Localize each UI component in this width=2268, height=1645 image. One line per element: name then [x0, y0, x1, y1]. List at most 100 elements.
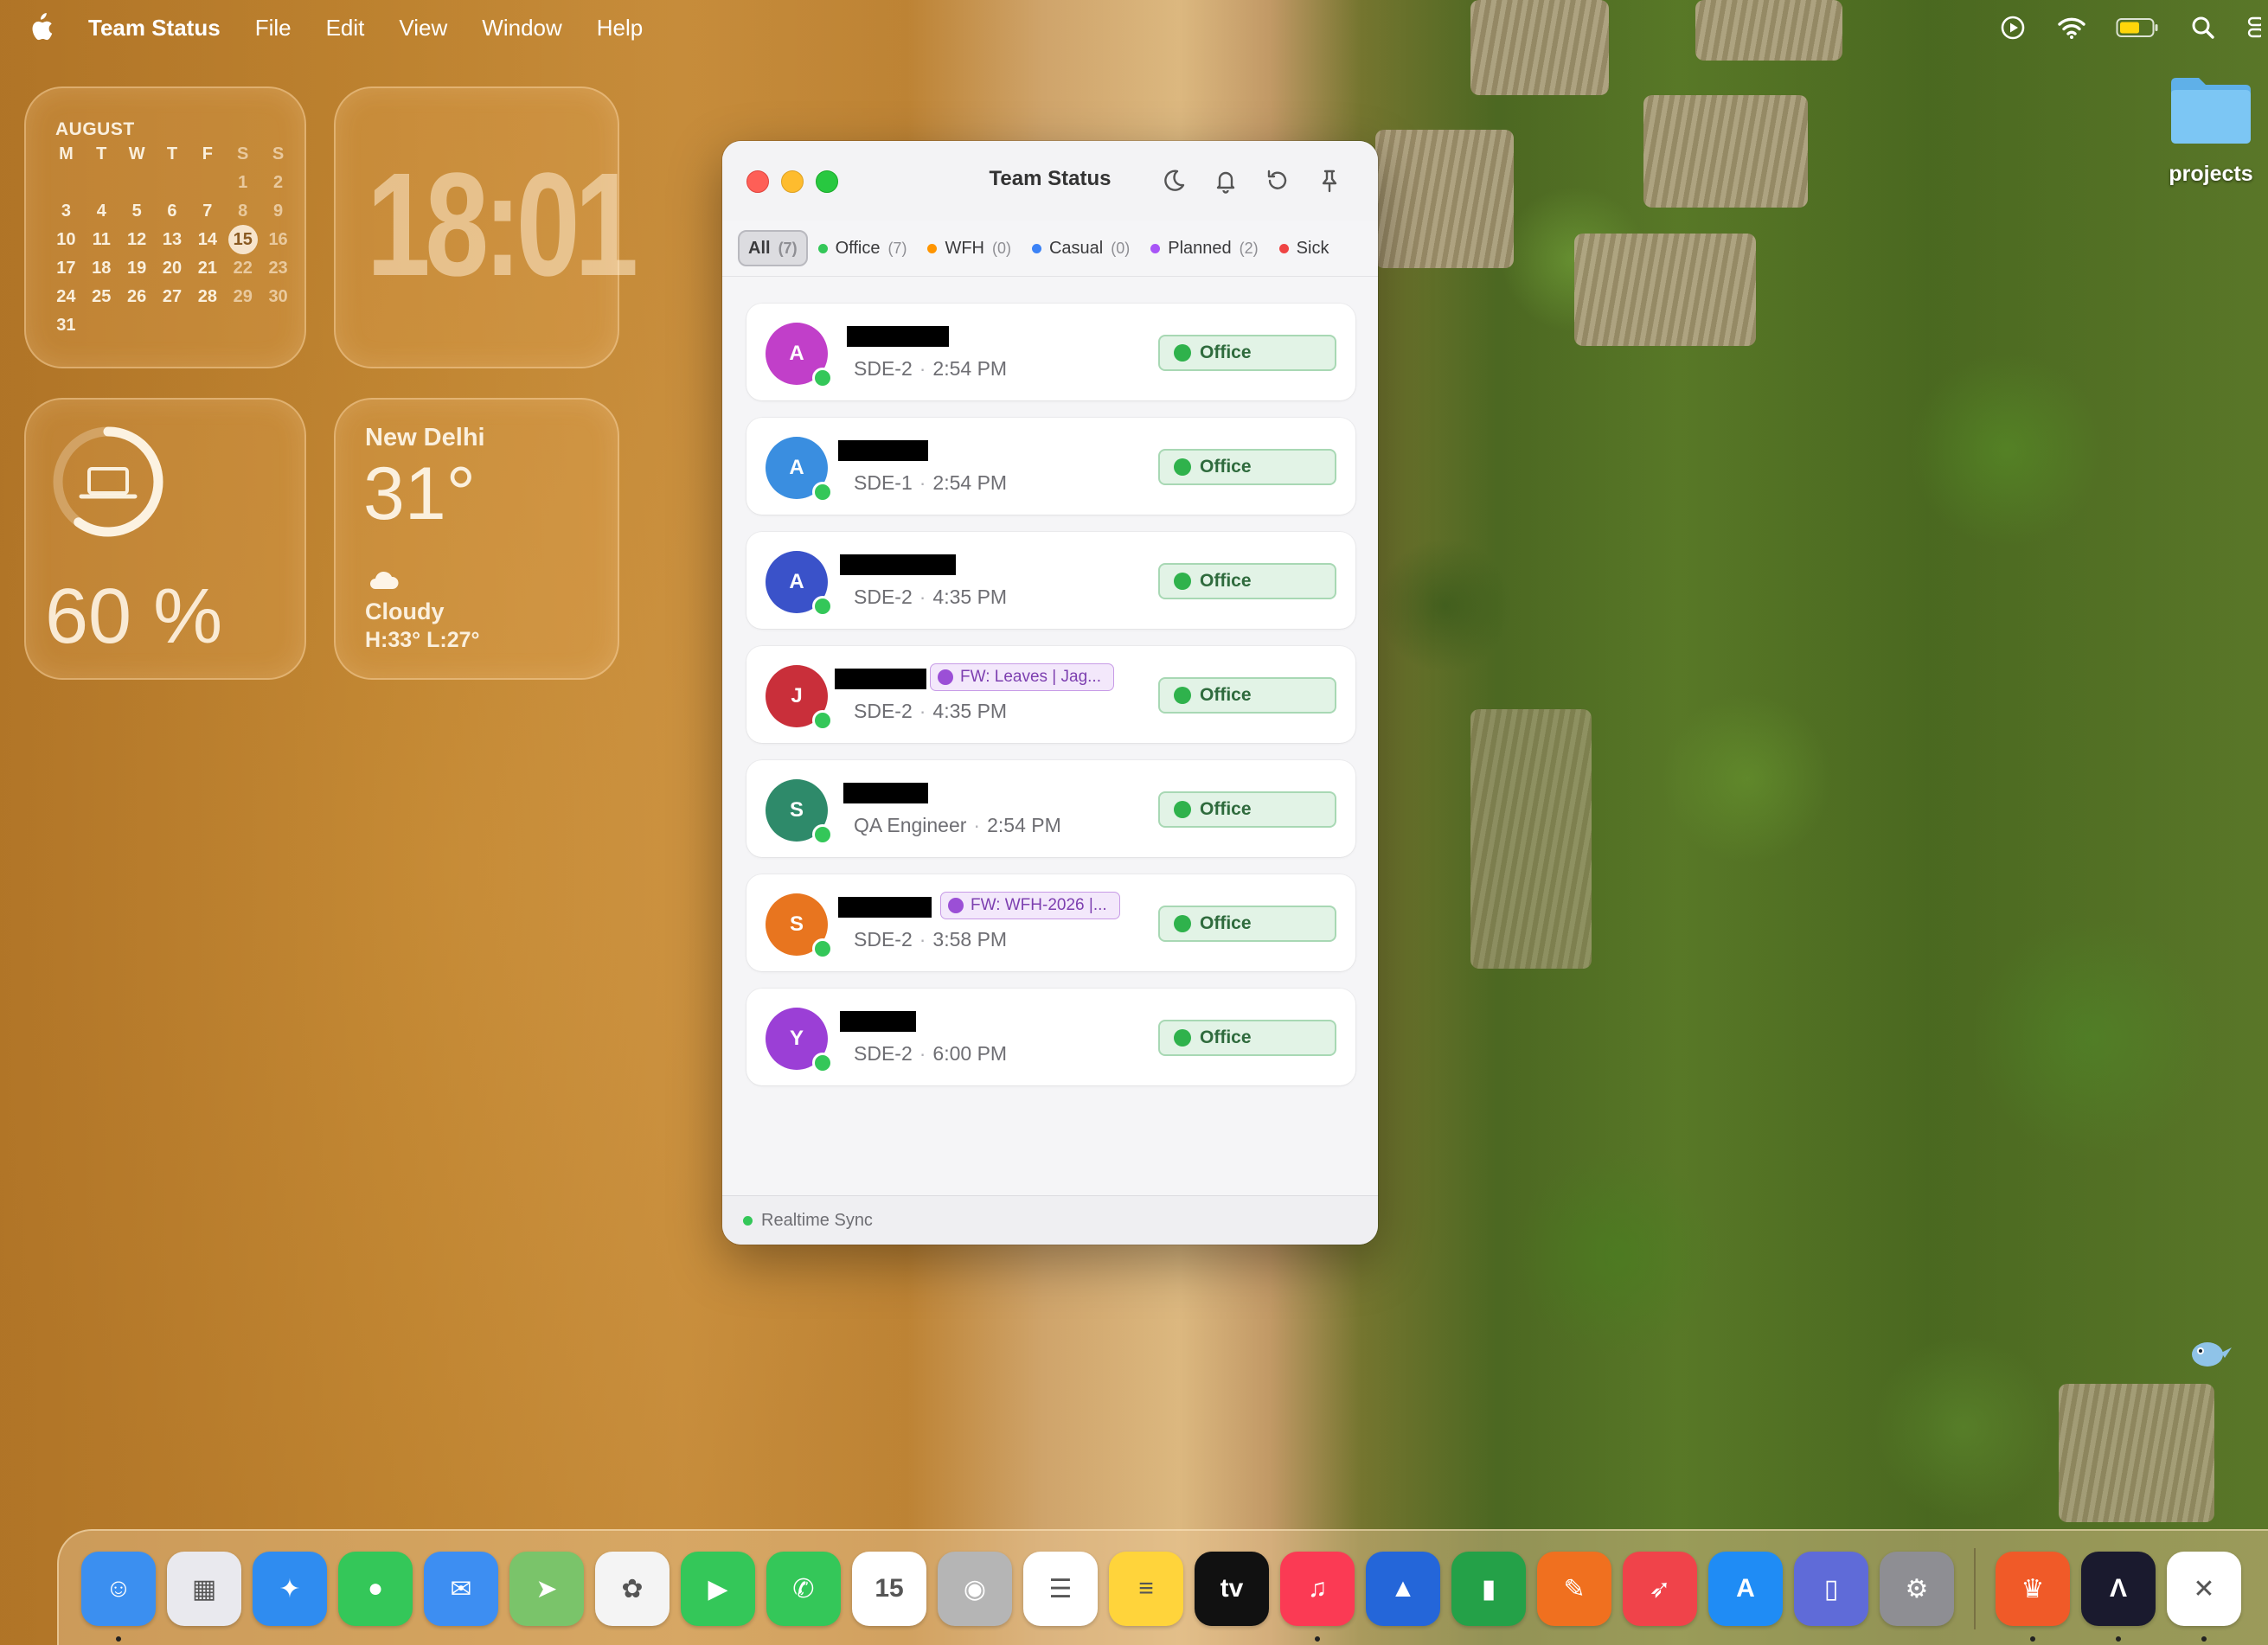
menu-window[interactable]: Window: [482, 15, 561, 42]
dock-maps-icon[interactable]: ➤: [509, 1552, 584, 1626]
filter-count: (7): [778, 239, 798, 257]
search-icon[interactable]: [2188, 13, 2218, 42]
filter-office[interactable]: Office (7): [808, 232, 918, 265]
member-role-line: SDE-1 · 2:54 PM: [854, 471, 1008, 494]
calendar-event-tag[interactable]: FW: Leaves | Jag...: [930, 663, 1114, 691]
menu-view[interactable]: View: [399, 15, 447, 42]
dock-rocket-icon[interactable]: ➶: [1623, 1552, 1697, 1626]
menu-file[interactable]: File: [255, 15, 292, 42]
running-indicator: [2030, 1636, 2035, 1642]
member-status-badge[interactable]: Office: [1158, 1020, 1336, 1056]
filter-sick[interactable]: Sick: [1269, 232, 1340, 265]
battery-widget[interactable]: 60 %: [24, 398, 306, 680]
window-titlebar[interactable]: Team Status: [722, 141, 1378, 221]
filter-casual[interactable]: Casual (0): [1022, 232, 1140, 265]
dock-arc-icon[interactable]: Λ: [2081, 1552, 2156, 1642]
member-role: SDE-2: [854, 1042, 913, 1065]
calendar-day: [225, 315, 260, 336]
dock-brave-icon[interactable]: ♛: [1996, 1552, 2070, 1642]
battery-icon[interactable]: [2116, 13, 2159, 42]
running-indicator: [1315, 1636, 1320, 1642]
online-indicator: [812, 482, 833, 502]
filter-count: (0): [1111, 239, 1131, 257]
member-card[interactable]: A SDE-2 · 2:54 PM Office: [746, 304, 1355, 400]
member-card[interactable]: A SDE-1 · 2:54 PM Office: [746, 418, 1355, 515]
member-card[interactable]: A SDE-2 · 4:35 PM Office: [746, 532, 1355, 629]
wifi-icon[interactable]: [2057, 13, 2086, 42]
calendar-widget[interactable]: AUGUST M T W T F S S 1 2 3 4 5 6 7 8 9 10 11 12 13 14 15 16 17 1…: [24, 86, 306, 368]
filter-wfh[interactable]: WFH (0): [917, 232, 1022, 265]
calendar-day: 5: [131, 202, 142, 221]
calendar-day: 22: [233, 259, 253, 278]
member-status: Office: [1200, 571, 1252, 591]
projects-folder[interactable]: projects: [2159, 74, 2263, 187]
member-card[interactable]: S QA Engineer · 2:54 PM Office: [746, 760, 1355, 857]
dock-notes-icon[interactable]: ≡: [1109, 1552, 1183, 1626]
member-status-badge[interactable]: Office: [1158, 677, 1336, 714]
weather-city: New Delhi: [365, 424, 485, 451]
member-status-badge[interactable]: Office: [1158, 791, 1336, 828]
dock-app-glyph: 15: [875, 1574, 904, 1603]
dock-system-settings-icon[interactable]: ⚙: [1880, 1552, 1954, 1626]
dock-music-icon[interactable]: ♫: [1280, 1552, 1355, 1642]
menu-help[interactable]: Help: [597, 15, 643, 42]
dock-pages-icon[interactable]: ✎: [1537, 1552, 1611, 1626]
pin-icon[interactable]: [1316, 167, 1343, 195]
dock-tv-icon[interactable]: tv: [1195, 1552, 1269, 1626]
control-center-icon[interactable]: [2247, 13, 2261, 42]
online-indicator: [812, 1053, 833, 1073]
status-dot: [1174, 458, 1191, 476]
dock-app-glyph: ⚙: [1905, 1574, 1929, 1603]
dock-safari-icon[interactable]: ✦: [253, 1552, 327, 1626]
calendar-day: [189, 315, 225, 336]
apple-icon[interactable]: [28, 13, 54, 42]
dock-launchpad-icon[interactable]: ▦: [167, 1552, 241, 1626]
filter-planned[interactable]: Planned (2): [1140, 232, 1268, 265]
dock-phone-icon[interactable]: ✆: [766, 1552, 841, 1626]
member-role: SDE-2: [854, 586, 913, 608]
play-circle-icon[interactable]: [1998, 13, 2028, 42]
member-card[interactable]: J FW: Leaves | Jag... SDE-2 · 4:35 PM Offi…: [746, 646, 1355, 743]
member-status-badge[interactable]: Office: [1158, 906, 1336, 942]
member-role-line: SDE-2 · 2:54 PM: [854, 357, 1008, 380]
dock-facetime-icon[interactable]: ▶: [681, 1552, 755, 1626]
calendar-weekday: T: [166, 144, 178, 163]
dock-contacts-icon[interactable]: ◉: [938, 1552, 1012, 1626]
calendar-day: 24: [56, 287, 76, 306]
filter-dot: [1150, 243, 1161, 253]
member-status-badge[interactable]: Office: [1158, 563, 1336, 599]
member-time: 2:54 PM: [932, 357, 1008, 380]
dock-iphone-mirroring-icon[interactable]: ▯: [1794, 1552, 1868, 1626]
filter-all[interactable]: All (7): [738, 230, 808, 266]
menu-edit[interactable]: Edit: [326, 15, 365, 42]
dock-finder-icon[interactable]: ☺: [81, 1552, 156, 1642]
status-dot: [1174, 1029, 1191, 1047]
bell-icon[interactable]: [1212, 167, 1240, 195]
dock-mail-icon[interactable]: ✉: [424, 1552, 498, 1626]
dock-calendar-icon[interactable]: 15: [852, 1552, 926, 1626]
calendar-day: [155, 315, 190, 336]
member-card[interactable]: S FW: WFH-2026 |... SDE-2 · 3:58 PM Office: [746, 874, 1355, 971]
dock-reminders-icon[interactable]: ☰: [1023, 1552, 1098, 1626]
desktop: Team Status File Edit View Window Help A: [0, 0, 2268, 1645]
moon-icon[interactable]: [1160, 167, 1188, 195]
member-status: Office: [1200, 913, 1252, 933]
dock-app-store-icon[interactable]: A: [1708, 1552, 1783, 1626]
member-card[interactable]: Y SDE-2 · 6:00 PM Office: [746, 989, 1355, 1085]
dock-keynote-icon[interactable]: ▲: [1366, 1552, 1440, 1626]
dock-messages-icon[interactable]: ●: [338, 1552, 413, 1626]
calendar-event-tag[interactable]: FW: WFH-2026 |...: [940, 892, 1120, 919]
member-status-badge[interactable]: Office: [1158, 335, 1336, 371]
refresh-icon[interactable]: [1264, 167, 1291, 195]
member-status-badge[interactable]: Office: [1158, 449, 1336, 485]
weather-widget[interactable]: New Delhi 31° Cloudy H:33° L:27°: [334, 398, 619, 680]
clock-widget[interactable]: 18:01: [334, 86, 638, 368]
online-indicator: [812, 824, 833, 845]
dock-numbers-icon[interactable]: ▮: [1451, 1552, 1526, 1626]
dock-photos-icon[interactable]: ✿: [595, 1552, 670, 1626]
member-name-redacted: [847, 326, 949, 347]
menu-app-name[interactable]: Team Status: [88, 15, 221, 42]
dock-jira-icon[interactable]: ✕: [2167, 1552, 2241, 1642]
weather-condition: Cloudy: [365, 598, 445, 624]
running-indicator: [2201, 1636, 2207, 1642]
